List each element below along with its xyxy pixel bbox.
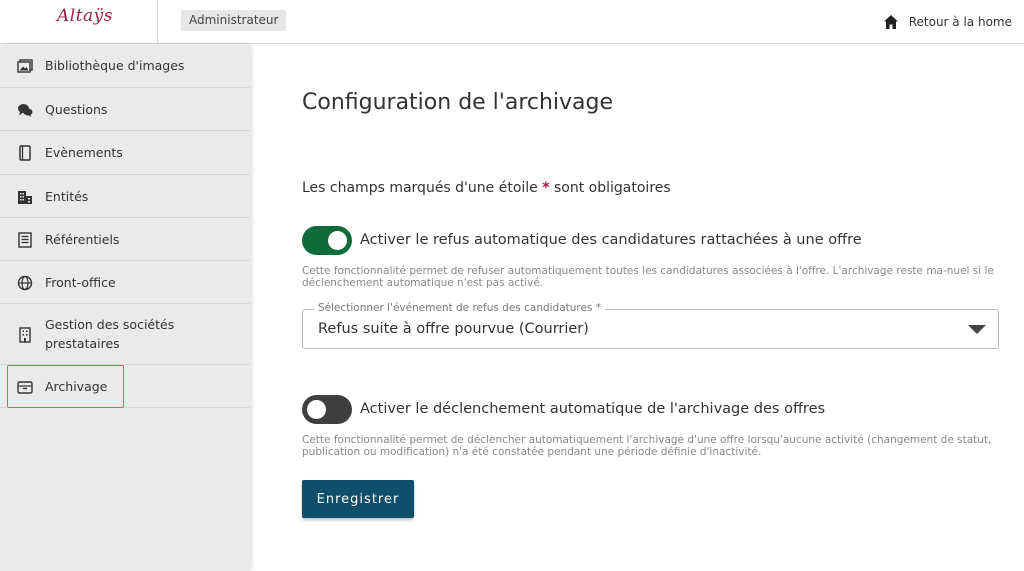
toggle-knob: [328, 231, 347, 250]
active-item-highlight: [7, 365, 124, 408]
sidebar-item-label: Bibliothèque d'images: [45, 58, 185, 73]
refusal-event-select-value[interactable]: Refus suite à offre pourvue (Courrier): [318, 321, 589, 337]
home-icon: [883, 15, 898, 29]
globe-icon: [17, 275, 33, 291]
sidebar: Bibliothèque d'images Questions Evènemen…: [0, 44, 250, 571]
sidebar-item-questions[interactable]: Questions: [0, 88, 250, 131]
save-button[interactable]: Enregistrer: [302, 480, 414, 518]
sidebar-item-label: Entités: [45, 189, 89, 204]
required-star: *: [542, 180, 550, 196]
refusal-event-select-label: Sélectionner l'événement de refus des ca…: [314, 302, 606, 314]
sidebar-item-front-office[interactable]: Front-office: [0, 261, 250, 304]
sidebar-item-label: Questions: [45, 102, 108, 117]
page-title: Configuration de l'archivage: [302, 90, 614, 115]
sidebar-item-label: Gestion des sociétés prestataires: [45, 317, 175, 351]
sidebar-item-label: Référentiels: [45, 232, 120, 247]
main-content: Configuration de l'archivage Les champs …: [250, 44, 1024, 571]
home-link-label[interactable]: Retour à la home: [909, 15, 1012, 29]
auto-refusal-help: Cette fonctionnalité permet de refuser a…: [302, 265, 994, 289]
sidebar-item-label: Evènements: [45, 145, 123, 160]
required-fields-note: Les champs marqués d'une étoile * sont o…: [302, 180, 671, 196]
top-header: Altaÿs Administrateur Retour à la home: [0, 0, 1024, 44]
chat-bubbles-icon: [18, 104, 33, 117]
building-icon: [18, 191, 32, 204]
sidebar-item-image-library[interactable]: Bibliothèque d'images: [0, 44, 250, 88]
notebook-icon: [19, 145, 31, 161]
auto-refusal-label[interactable]: Activer le refus automatique des candida…: [360, 232, 862, 248]
auto-archiving-label[interactable]: Activer le déclenchement automatique de …: [360, 401, 825, 417]
required-note-text-end: sont obligatoires: [549, 180, 671, 196]
chevron-down-icon[interactable]: [968, 325, 986, 334]
sidebar-item-referentials[interactable]: Référentiels: [0, 218, 250, 261]
auto-archiving-toggle[interactable]: [302, 395, 352, 424]
image-library-icon: [17, 59, 33, 73]
sidebar-item-service-providers[interactable]: Gestion des sociétés prestataires: [0, 304, 250, 365]
sidebar-item-entities[interactable]: Entités: [0, 175, 250, 218]
sidebar-item-events[interactable]: Evènements: [0, 131, 250, 175]
required-note-text: Les champs marqués d'une étoile: [302, 180, 543, 196]
logo-container[interactable]: Altaÿs: [0, 0, 158, 43]
list-icon: [18, 232, 32, 248]
app-logo[interactable]: Altaÿs: [57, 6, 113, 26]
office-building-icon: [19, 327, 31, 343]
role-badge: Administrateur: [181, 10, 287, 31]
sidebar-item-label: Front-office: [45, 275, 116, 290]
auto-refusal-toggle[interactable]: [302, 226, 352, 255]
toggle-knob: [307, 400, 326, 419]
refusal-event-select[interactable]: Sélectionner l'événement de refus des ca…: [302, 302, 999, 349]
home-link[interactable]: Retour à la home: [883, 12, 1012, 32]
auto-archiving-help: Cette fonctionnalité permet de déclenche…: [302, 434, 992, 458]
